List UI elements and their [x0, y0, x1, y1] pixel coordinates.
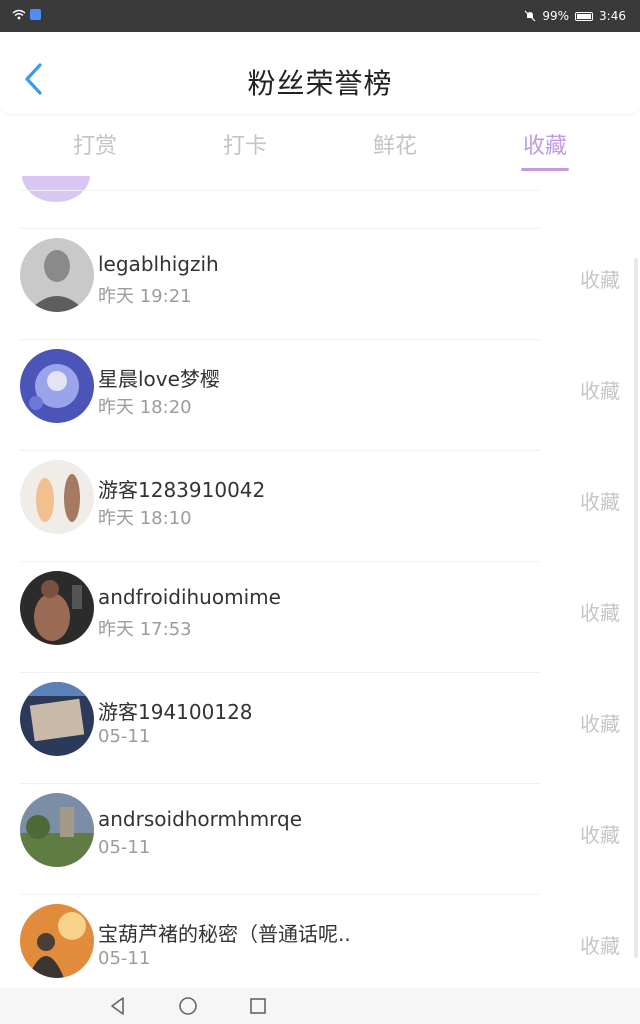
- list-item[interactable]: andrsoidhormhmrqe 05-11 收藏: [0, 785, 640, 895]
- favorite-label: 收藏: [580, 490, 620, 514]
- wifi-icon: [12, 9, 26, 20]
- avatar: [20, 460, 94, 534]
- divider: [20, 894, 540, 895]
- tab-bar: 打赏 打卡 鲜花 收藏: [0, 118, 640, 174]
- system-nav-bar: [0, 988, 640, 1024]
- app-notification-icon: [30, 9, 41, 20]
- scrollbar[interactable]: [634, 258, 638, 958]
- user-name: 游客1283910042: [98, 478, 266, 502]
- status-left: [12, 9, 41, 20]
- page-title: 粉丝荣誉榜: [247, 67, 393, 100]
- list-item[interactable]: legablhigzih 昨天 19:21 收藏: [0, 230, 640, 340]
- fan-list[interactable]: legablhigzih 昨天 19:21 收藏 星晨love梦樱 昨天 18:…: [0, 176, 640, 988]
- avatar: [20, 904, 94, 978]
- nav-recents-icon[interactable]: [246, 994, 270, 1018]
- tab-flowers[interactable]: 鲜花: [345, 128, 445, 160]
- status-right: 99% 3:46: [524, 9, 626, 23]
- nav-back-icon[interactable]: [106, 994, 130, 1018]
- timestamp: 05-11: [98, 837, 151, 858]
- user-name: 游客194100128: [98, 700, 253, 724]
- avatar: [20, 349, 94, 423]
- divider: [20, 339, 540, 340]
- user-name: 宝葫芦褚的秘密（普通话呢..: [98, 922, 351, 946]
- list-item[interactable]: 游客1283910042 昨天 18:10 收藏: [0, 452, 640, 562]
- tab-favorites[interactable]: 收藏: [495, 128, 595, 171]
- user-name: 星晨love梦樱: [98, 367, 220, 391]
- divider: [20, 783, 540, 784]
- list-item[interactable]: andfroidihuomime 昨天 17:53 收藏: [0, 563, 640, 673]
- avatar: [20, 238, 94, 312]
- timestamp: 05-11: [98, 948, 151, 969]
- header: 粉丝荣誉榜: [0, 32, 640, 114]
- favorite-label: 收藏: [580, 712, 620, 736]
- timestamp: 昨天 18:10: [98, 508, 192, 529]
- user-name: andrsoidhormhmrqe: [98, 807, 303, 831]
- list-item[interactable]: 星晨love梦樱 昨天 18:20 收藏: [0, 341, 640, 451]
- clock: 3:46: [599, 9, 626, 23]
- divider: [20, 190, 540, 191]
- avatar: [22, 176, 90, 202]
- avatar: [20, 682, 94, 756]
- timestamp: 昨天 19:21: [98, 286, 192, 307]
- timestamp: 昨天 18:20: [98, 397, 192, 418]
- user-name: andfroidihuomime: [98, 585, 281, 609]
- favorite-label: 收藏: [580, 934, 620, 958]
- timestamp: 昨天 17:53: [98, 619, 192, 640]
- list-item[interactable]: 宝葫芦褚的秘密（普通话呢.. 05-11 收藏: [0, 896, 640, 988]
- list-item[interactable]: 游客194100128 05-11 收藏: [0, 674, 640, 784]
- avatar: [20, 793, 94, 867]
- favorite-label: 收藏: [580, 823, 620, 847]
- tab-checkin[interactable]: 打卡: [195, 128, 295, 160]
- avatar: [20, 571, 94, 645]
- status-bar: 99% 3:46: [0, 0, 640, 32]
- mute-bell-icon: [524, 10, 536, 22]
- timestamp: 05-11: [98, 726, 151, 747]
- battery-percent: 99%: [542, 9, 570, 23]
- divider: [20, 228, 540, 229]
- favorite-label: 收藏: [580, 601, 620, 625]
- nav-home-icon[interactable]: [176, 994, 200, 1018]
- favorite-label: 收藏: [580, 268, 620, 292]
- divider: [20, 450, 540, 451]
- favorite-label: 收藏: [580, 379, 620, 403]
- user-name: legablhigzih: [98, 252, 219, 276]
- tab-tips[interactable]: 打赏: [45, 128, 145, 160]
- battery-icon: [575, 11, 594, 21]
- divider: [20, 561, 540, 562]
- divider: [20, 672, 540, 673]
